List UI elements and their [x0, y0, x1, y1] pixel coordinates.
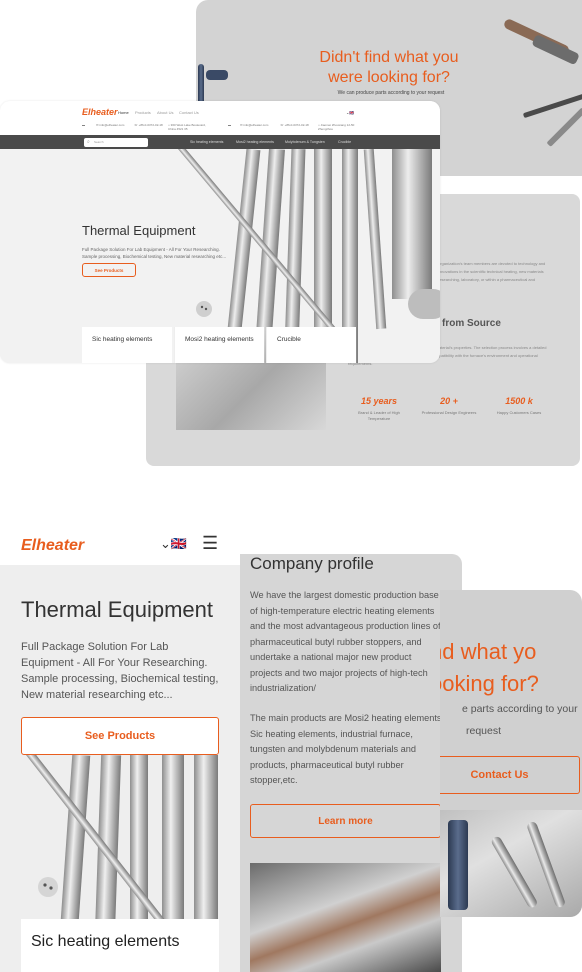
product-tile-sic[interactable]: Sic heating elements [21, 919, 219, 972]
didnt-find-subtitle: We can produce parts according to your r… [337, 90, 445, 96]
language-dropdown-icon[interactable]: ⌄🇬🇧 [160, 536, 187, 552]
desktop-home-page: Elheater Home Products About Us Contact … [0, 101, 440, 363]
language-flag-icon[interactable]: ⌄🇬🇧 [346, 110, 354, 115]
didnt-find-subtitle: e parts according to your request [462, 703, 578, 737]
mobile-didnt-find-section: nd what yo ooking for? e parts according… [440, 590, 582, 917]
elheater-logo[interactable]: Elheater [21, 537, 84, 555]
stat-engineers: 20 + Professional Design Engineers [421, 396, 477, 415]
heating-element-image [504, 19, 582, 147]
category-mosi2[interactable]: Mosi2 heating elements [236, 140, 274, 144]
see-products-button[interactable]: See Products [82, 263, 136, 277]
category-crucible[interactable]: Crucible [338, 140, 351, 144]
company-heading: from Source [442, 318, 501, 329]
hero-title: Thermal Equipment [21, 597, 213, 622]
nav-home[interactable]: Home [118, 110, 129, 115]
product-photo [250, 863, 441, 972]
company-profile-paragraph: We have the largest domestic production … [250, 590, 441, 693]
mobile-header: Elheater ⌄🇬🇧 ☰ [0, 527, 240, 565]
desktop-header: Elheater Home Products About Us Contact … [0, 101, 440, 135]
product-tile-mosi2[interactable]: Mosi2 heating elements [174, 327, 264, 363]
address-contact: ⌂ 360 West Lake Boulevard, China 4521 35 [168, 123, 206, 131]
category-sic[interactable]: Sic heating elements [190, 140, 223, 144]
flag-icon: ▬ [82, 123, 85, 127]
company-profile-paragraph: The main products are Mosi2 heating elem… [250, 713, 445, 785]
elheater-logo[interactable]: Elheater [82, 107, 118, 117]
didnt-find-title: nd what yo ooking for? [440, 639, 539, 696]
see-products-button[interactable]: See Products [21, 717, 219, 755]
company-profile-section: Company profile We have the largest dome… [240, 554, 462, 972]
stat-customers: 1500 k Happy Customers Cases [496, 396, 542, 415]
hero-title: Thermal Equipment [82, 223, 196, 238]
learn-more-button[interactable]: Learn more [250, 804, 441, 838]
hero-rods-image [26, 755, 218, 935]
contact-us-button[interactable]: Contact Us [440, 756, 580, 794]
category-molybdenum[interactable]: Molybdenum & Tungsten [285, 140, 325, 144]
stat-years: 15 years Brand & Leader of High Temperat… [358, 396, 400, 421]
flag-icon: ▬ [228, 123, 231, 127]
company-profile-title: Company profile [250, 554, 374, 573]
phone-contact: ☏ +86-0-0372-02-18 [134, 123, 163, 127]
heating-element-image [440, 810, 582, 917]
hero-description: Full Package Solution For Lab Equipment … [21, 641, 219, 701]
category-bar: ⌕ Search Sic heating elements Mosi2 heat… [0, 135, 440, 149]
search-icon: ⌕ [87, 139, 90, 145]
email-contact: ✉ info@elheater.com [96, 123, 125, 127]
search-input[interactable]: ⌕ Search [84, 138, 148, 147]
address-contact: ⌂ Jiaomei Zhouxiang 12-50 Zhengzhou [318, 123, 355, 131]
product-tile-sic[interactable]: Sic heating elements [82, 327, 172, 363]
product-photo [176, 354, 326, 430]
heating-element-image [206, 70, 228, 80]
mobile-hero [0, 565, 240, 972]
phone-contact: ☏ +86-0-0372-02-18 [280, 123, 309, 127]
nav-contact[interactable]: Contact Us [179, 110, 199, 115]
company-paragraph: organization's team members are devoted … [438, 261, 546, 282]
nav-products[interactable]: Products [135, 110, 151, 115]
didnt-find-title: Didn't find what you were looking for? [319, 49, 459, 86]
hero-description: Full Package Solution For Lab Equipment … [82, 247, 227, 259]
menu-icon[interactable]: ☰ [202, 533, 218, 554]
email-contact: ✉ info@elheater.com [240, 123, 269, 127]
product-tile-crucible[interactable]: Crucible [266, 327, 356, 363]
nav-about[interactable]: About Us [157, 110, 173, 115]
mobile-home-page: Elheater ⌄🇬🇧 ☰ Thermal Equipment Full Pa… [0, 527, 240, 972]
